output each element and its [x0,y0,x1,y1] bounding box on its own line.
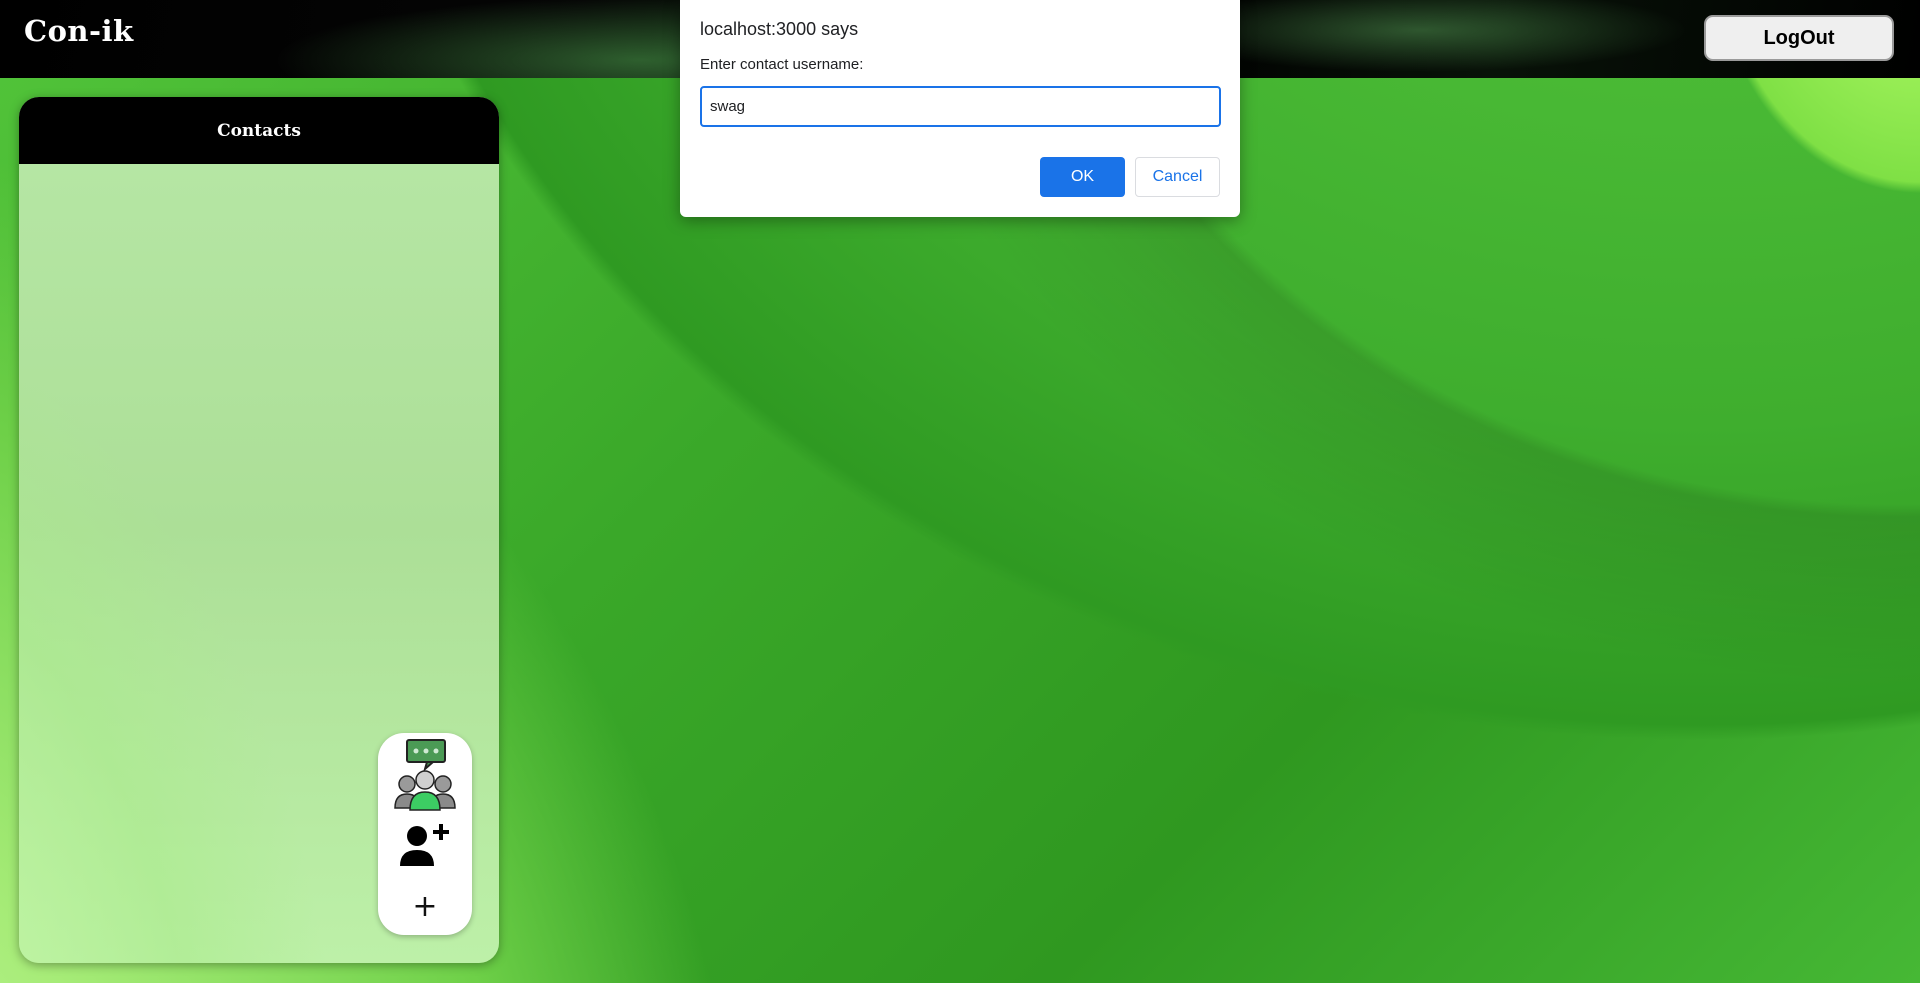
cancel-button[interactable]: Cancel [1135,157,1220,197]
contacts-header: Contacts [19,97,499,164]
action-menu: + [378,733,472,935]
group-chat-button[interactable] [378,737,472,813]
add-contact-button[interactable] [378,819,472,871]
add-contact-icon [400,824,449,866]
logout-button[interactable]: LogOut [1704,15,1894,61]
contacts-title: Contacts [217,120,301,141]
prompt-dialog: localhost:3000 says Enter contact userna… [680,0,1240,217]
plus-icon: + [412,888,438,924]
dialog-origin: localhost:3000 says [700,19,859,39]
new-chat-button[interactable]: + [378,881,472,931]
contact-username-input[interactable] [700,86,1221,127]
brand-logo: Con-ik [24,14,134,48]
ok-button[interactable]: OK [1040,157,1125,197]
contacts-panel: Contacts + [19,97,499,963]
group-chat-icon [394,739,456,811]
dialog-message: Enter contact username: [700,56,864,73]
